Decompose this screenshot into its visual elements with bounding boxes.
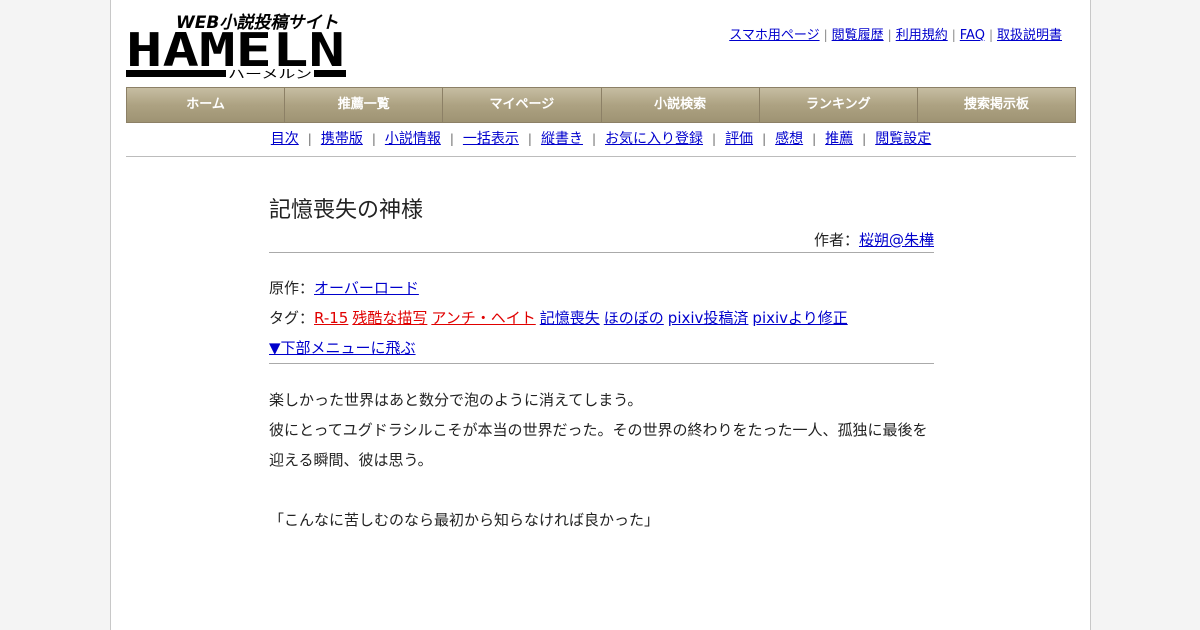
- link-browsing-history[interactable]: 閲覧履歴: [832, 28, 884, 43]
- jump-to-bottom-menu-link[interactable]: ▼下部メニューに飛ぶ: [269, 339, 416, 357]
- divider: [269, 252, 934, 253]
- subnav-bulk-view[interactable]: 一括表示: [463, 131, 519, 147]
- link-manual[interactable]: 取扱説明書: [997, 28, 1062, 43]
- nav-novel-search[interactable]: 小説検索: [602, 88, 760, 122]
- subnav-mobile[interactable]: 携帯版: [321, 131, 363, 147]
- jump-line: ▼下部メニューに飛ぶ: [269, 333, 934, 363]
- body-paragraph: 彼にとってユグドラシルこそが本当の世界だった。その世界の終わりをたった一人、孤独…: [269, 421, 928, 439]
- page-container: WEB小説投稿サイト HAMELN ハーメルン スマホ用ページ | 閲覧履歴 | 利用規…: [110, 0, 1091, 630]
- tag-link[interactable]: 記憶喪失: [540, 309, 600, 327]
- tags-line: タグ：R-15 残酷な描写 アンチ・ヘイト 記憶喪失 ほのぼの pixiv投稿済 pixiv…: [269, 303, 934, 333]
- author-label: 作者：: [813, 231, 859, 249]
- subnav-vertical[interactable]: 縦書き: [541, 131, 583, 147]
- nav-home[interactable]: ホーム: [127, 88, 286, 122]
- author-link[interactable]: 桜朔@朱樺: [859, 231, 934, 249]
- original-work-line: 原作：オーバーロード: [269, 273, 934, 303]
- novel-body: 楽しかった世界はあと数分で泡のように消えてしまう。 彼にとってユグドラシルこそが…: [269, 385, 934, 535]
- original-label: 原作：: [269, 279, 315, 297]
- top-links: スマホ用ページ | 閲覧履歴 | 利用規約 | FAQ | 取扱説明書: [729, 28, 1062, 43]
- novel-content: 記憶喪失の神様 作者：桜朔@朱樺 原作：オーバーロード タグ：R-15 残酷な描写…: [269, 190, 934, 535]
- link-smartphone-page[interactable]: スマホ用ページ: [729, 28, 819, 43]
- subnav-add-favorite[interactable]: お気に入り登録: [605, 131, 703, 147]
- divider: [269, 363, 934, 364]
- subnav-novel-info[interactable]: 小説情報: [385, 131, 441, 147]
- tag-link[interactable]: pixiv投稿済: [668, 309, 749, 327]
- subnav-recommend[interactable]: 推薦: [825, 131, 853, 147]
- tag-link[interactable]: ほのぼの: [604, 309, 664, 327]
- tag-link[interactable]: pixivより修正: [752, 309, 847, 327]
- tag-link[interactable]: R-15: [314, 309, 348, 327]
- main-nav: ホーム 推薦一覧 マイページ 小説検索 ランキング 捜索掲示板: [126, 87, 1076, 123]
- body-paragraph: 楽しかった世界はあと数分で泡のように消えてしまう。: [269, 391, 643, 409]
- link-faq[interactable]: FAQ: [960, 28, 985, 43]
- nav-recommend-list[interactable]: 推薦一覧: [285, 88, 444, 122]
- subnav-toc[interactable]: 目次: [271, 131, 299, 147]
- body-paragraph: 「こんなに苦しむのなら最初から知らなければ良かった」: [269, 511, 660, 529]
- subnav-reviews[interactable]: 感想: [775, 131, 803, 147]
- tag-link[interactable]: 残酷な描写: [352, 309, 427, 327]
- nav-my-page[interactable]: マイページ: [443, 88, 602, 122]
- subnav-rate[interactable]: 評価: [725, 131, 753, 147]
- tag-link[interactable]: アンチ・ヘイト: [431, 309, 535, 327]
- original-work-link[interactable]: オーバーロード: [314, 279, 419, 297]
- novel-title: 記憶喪失の神様: [269, 198, 424, 223]
- body-paragraph: 迎える瞬間、彼は思う。: [269, 451, 433, 469]
- subnav-view-settings[interactable]: 閲覧設定: [875, 131, 931, 147]
- link-terms[interactable]: 利用規約: [896, 28, 948, 43]
- novel-sub-nav: 目次 | 携帯版 | 小説情報 | 一括表示 | 縦書き | お気に入り登録 | 評価 | 感想 | 推薦 | 閲覧…: [126, 125, 1076, 157]
- logo-kana: ハーメルン: [228, 67, 312, 80]
- nav-ranking[interactable]: ランキング: [760, 88, 918, 122]
- site-logo[interactable]: WEB小説投稿サイト HAMELN ハーメルン: [126, 10, 348, 80]
- tags-label: タグ：: [269, 309, 315, 327]
- novel-meta: 原作：オーバーロード タグ：R-15 残酷な描写 アンチ・ヘイト 記憶喪失 ほのぼの pi…: [269, 273, 934, 363]
- nav-search-board[interactable]: 捜索掲示板: [918, 88, 1075, 122]
